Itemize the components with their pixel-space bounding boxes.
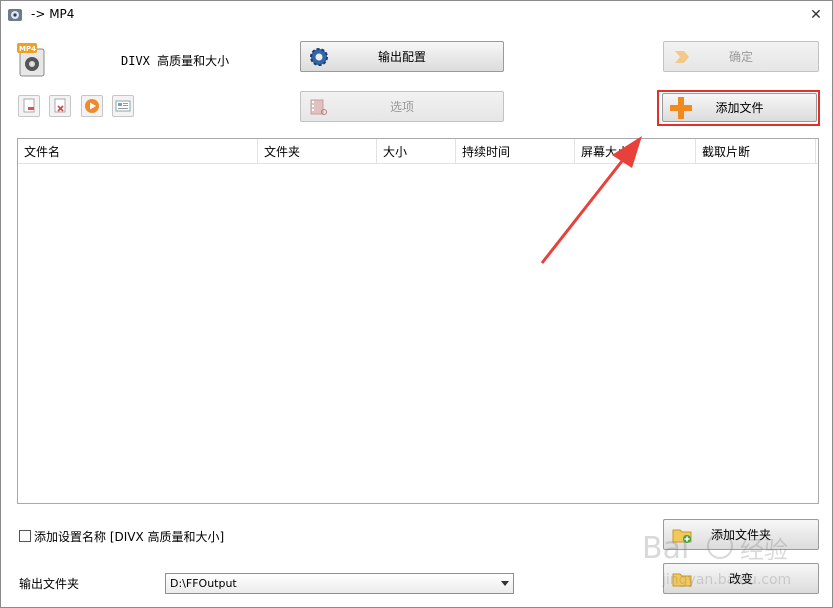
mp4-format-icon: MP4 (17, 43, 45, 77)
column-folder[interactable]: 文件夹 (258, 139, 377, 163)
add-setting-name-row[interactable]: 添加设置名称 [DIVX 高质量和大小] (19, 528, 224, 545)
options-button[interactable]: 选项 (300, 91, 504, 122)
file-remove-icon (23, 98, 35, 113)
ok-label: 确定 (728, 50, 753, 64)
column-clip[interactable]: 截取片断 (696, 139, 816, 163)
play-button[interactable] (81, 95, 103, 117)
app-logo-icon (8, 9, 22, 21)
column-size[interactable]: 大小 (377, 139, 456, 163)
change-label: 改变 (728, 572, 753, 586)
add-setting-name-checkbox[interactable] (19, 530, 31, 542)
info-button[interactable] (112, 95, 134, 117)
add-file-highlight (657, 90, 820, 126)
output-config-button[interactable]: 输出配置 (300, 41, 504, 72)
svg-text:MP4: MP4 (19, 45, 36, 53)
window-title: -> MP4 (31, 7, 75, 21)
clear-list-button[interactable] (49, 95, 71, 117)
column-screen-size[interactable]: 屏幕大小 (575, 139, 696, 163)
output-folder-select[interactable]: D:\FFOutput (165, 573, 514, 594)
ok-button[interactable]: 确定 (663, 41, 819, 72)
media-info-icon (115, 100, 131, 112)
play-icon (85, 99, 99, 113)
app-window: -> MP4 ✕ MP4 DIVX 高质量和大小 输出配置 确定 选项 添加文件… (0, 0, 833, 608)
file-list-header: 文件名 文件夹 大小 持续时间 屏幕大小 截取片断 (18, 139, 818, 164)
output-folder-value: D:\FFOutput (170, 577, 237, 590)
title-bar: -> MP4 ✕ (1, 1, 832, 29)
output-folder-label: 输出文件夹 (19, 577, 80, 591)
file-clear-icon (54, 98, 66, 113)
file-list[interactable]: 文件名 文件夹 大小 持续时间 屏幕大小 截取片断 (17, 138, 819, 504)
add-setting-name-label: 添加设置名称 [DIVX 高质量和大小] (34, 530, 225, 544)
remove-item-button[interactable] (18, 95, 40, 117)
profile-label: DIVX 高质量和大小 (121, 54, 230, 68)
column-filename[interactable]: 文件名 (18, 139, 258, 163)
column-duration[interactable]: 持续时间 (456, 139, 575, 163)
add-folder-button[interactable]: 添加文件夹 (663, 519, 819, 550)
add-folder-label: 添加文件夹 (710, 528, 771, 542)
change-button[interactable]: 改变 (663, 563, 819, 594)
chevron-down-icon (501, 581, 509, 586)
output-config-label: 输出配置 (377, 50, 426, 64)
options-label: 选项 (389, 100, 414, 114)
close-icon[interactable]: ✕ (806, 5, 826, 25)
